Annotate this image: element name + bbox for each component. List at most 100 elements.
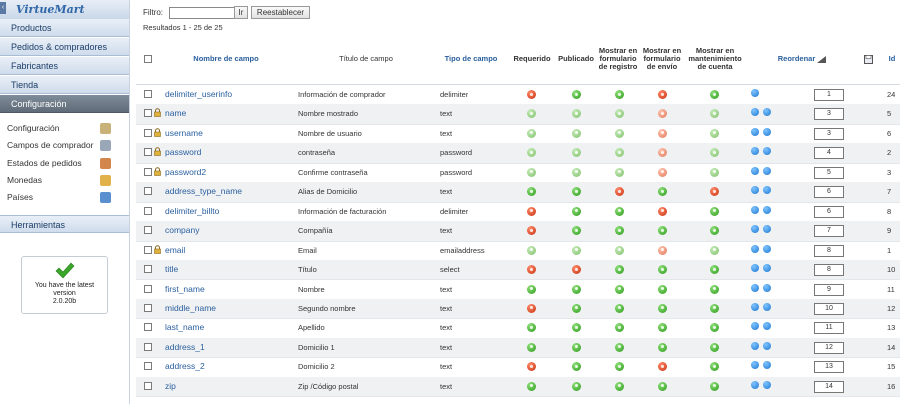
enabled-icon[interactable]: [572, 245, 581, 255]
row-checkbox[interactable]: [144, 303, 152, 312]
move-down-icon[interactable]: [763, 147, 771, 156]
move-down-icon[interactable]: [763, 302, 771, 311]
order-input[interactable]: 6: [814, 186, 844, 199]
enabled-icon[interactable]: [527, 381, 536, 391]
enabled-icon[interactable]: [615, 342, 624, 352]
enabled-icon[interactable]: [527, 342, 536, 352]
disabled-icon[interactable]: [658, 90, 667, 99]
disabled-icon[interactable]: [658, 167, 667, 177]
enabled-icon[interactable]: [658, 303, 667, 313]
row-checkbox[interactable]: [144, 381, 152, 390]
field-name-link[interactable]: company: [165, 221, 200, 240]
enabled-icon[interactable]: [710, 128, 719, 138]
disabled-icon[interactable]: [658, 128, 667, 138]
column-reorder[interactable]: Reordenar: [772, 34, 832, 84]
enabled-icon[interactable]: [572, 303, 581, 313]
move-down-icon[interactable]: [763, 341, 771, 350]
enabled-icon[interactable]: [658, 381, 667, 391]
field-name-link[interactable]: email: [165, 241, 185, 260]
disabled-icon[interactable]: [527, 362, 536, 372]
disabled-icon[interactable]: [658, 362, 667, 372]
enabled-icon[interactable]: [572, 381, 581, 391]
row-checkbox[interactable]: [144, 323, 152, 332]
disabled-icon[interactable]: [658, 148, 667, 158]
row-checkbox[interactable]: [144, 226, 152, 235]
enabled-icon[interactable]: [572, 148, 581, 158]
row-checkbox[interactable]: [144, 128, 152, 137]
enabled-icon[interactable]: [658, 187, 667, 197]
enabled-icon[interactable]: [615, 90, 624, 99]
order-input[interactable]: 8: [814, 244, 844, 257]
move-down-icon[interactable]: [763, 166, 771, 175]
field-name-link[interactable]: zip: [165, 377, 176, 396]
enabled-icon[interactable]: [572, 342, 581, 352]
enabled-icon[interactable]: [710, 323, 719, 333]
row-checkbox[interactable]: [144, 265, 152, 274]
enabled-icon[interactable]: [572, 128, 581, 138]
field-name-link[interactable]: middle_name: [165, 299, 216, 318]
enabled-icon[interactable]: [615, 323, 624, 333]
order-input[interactable]: 5: [814, 166, 844, 179]
field-name-link[interactable]: name: [165, 104, 186, 123]
field-name-link[interactable]: password: [165, 143, 201, 162]
enabled-icon[interactable]: [710, 362, 719, 372]
enabled-icon[interactable]: [615, 167, 624, 177]
move-down-icon[interactable]: [763, 244, 771, 253]
row-checkbox[interactable]: [144, 206, 152, 215]
enabled-icon[interactable]: [572, 323, 581, 333]
disabled-icon[interactable]: [658, 206, 667, 216]
move-down-icon[interactable]: [763, 225, 771, 234]
enabled-icon[interactable]: [615, 206, 624, 216]
enabled-icon[interactable]: [615, 109, 624, 119]
disabled-icon[interactable]: [658, 109, 667, 119]
enabled-icon[interactable]: [572, 109, 581, 119]
enabled-icon[interactable]: [615, 226, 624, 236]
enabled-icon[interactable]: [710, 167, 719, 177]
disabled-icon[interactable]: [527, 206, 536, 216]
enabled-icon[interactable]: [527, 245, 536, 255]
order-input[interactable]: 3: [814, 127, 844, 140]
disabled-icon[interactable]: [710, 187, 719, 197]
enabled-icon[interactable]: [572, 187, 581, 197]
submenu-item[interactable]: Campos de comprador: [0, 137, 129, 154]
field-name-link[interactable]: delimiter_userinfo: [165, 85, 232, 104]
order-input[interactable]: 8: [814, 264, 844, 277]
order-input[interactable]: 10: [814, 302, 844, 315]
enabled-icon[interactable]: [710, 245, 719, 255]
move-down-icon[interactable]: [763, 322, 771, 331]
enabled-icon[interactable]: [615, 362, 624, 372]
move-up-icon[interactable]: [751, 166, 759, 175]
enabled-icon[interactable]: [615, 303, 624, 313]
move-up-icon[interactable]: [751, 186, 759, 195]
enabled-icon[interactable]: [710, 303, 719, 313]
disabled-icon[interactable]: [658, 245, 667, 255]
move-down-icon[interactable]: [763, 361, 771, 370]
field-name-link[interactable]: password2: [165, 163, 206, 182]
enabled-icon[interactable]: [710, 226, 719, 236]
submenu-item[interactable]: Configuración: [0, 120, 129, 137]
submenu-item[interactable]: Países: [0, 189, 129, 206]
row-checkbox[interactable]: [144, 342, 152, 351]
row-checkbox[interactable]: [144, 284, 152, 293]
menu-item-tienda[interactable]: Tienda: [0, 76, 129, 94]
enabled-icon[interactable]: [572, 167, 581, 177]
move-down-icon[interactable]: [763, 108, 771, 117]
order-input[interactable]: 4: [814, 147, 844, 160]
enabled-icon[interactable]: [572, 226, 581, 236]
order-input[interactable]: 12: [814, 341, 844, 354]
move-down-icon[interactable]: [763, 283, 771, 292]
submenu-item[interactable]: Estados de pedidos: [0, 155, 129, 172]
enabled-icon[interactable]: [658, 323, 667, 333]
menu-item-productos[interactable]: Productos: [0, 19, 129, 37]
enabled-icon[interactable]: [572, 90, 581, 99]
move-up-icon[interactable]: [751, 205, 759, 214]
enabled-icon[interactable]: [615, 128, 624, 138]
move-down-icon[interactable]: [763, 127, 771, 136]
enabled-icon[interactable]: [615, 284, 624, 294]
row-checkbox[interactable]: [144, 90, 152, 98]
enabled-icon[interactable]: [572, 284, 581, 294]
column-id[interactable]: Id: [885, 34, 899, 84]
order-input[interactable]: 14: [814, 380, 844, 393]
order-input[interactable]: 7: [814, 225, 844, 238]
menu-item-pedidos[interactable]: Pedidos & compradores: [0, 38, 129, 56]
